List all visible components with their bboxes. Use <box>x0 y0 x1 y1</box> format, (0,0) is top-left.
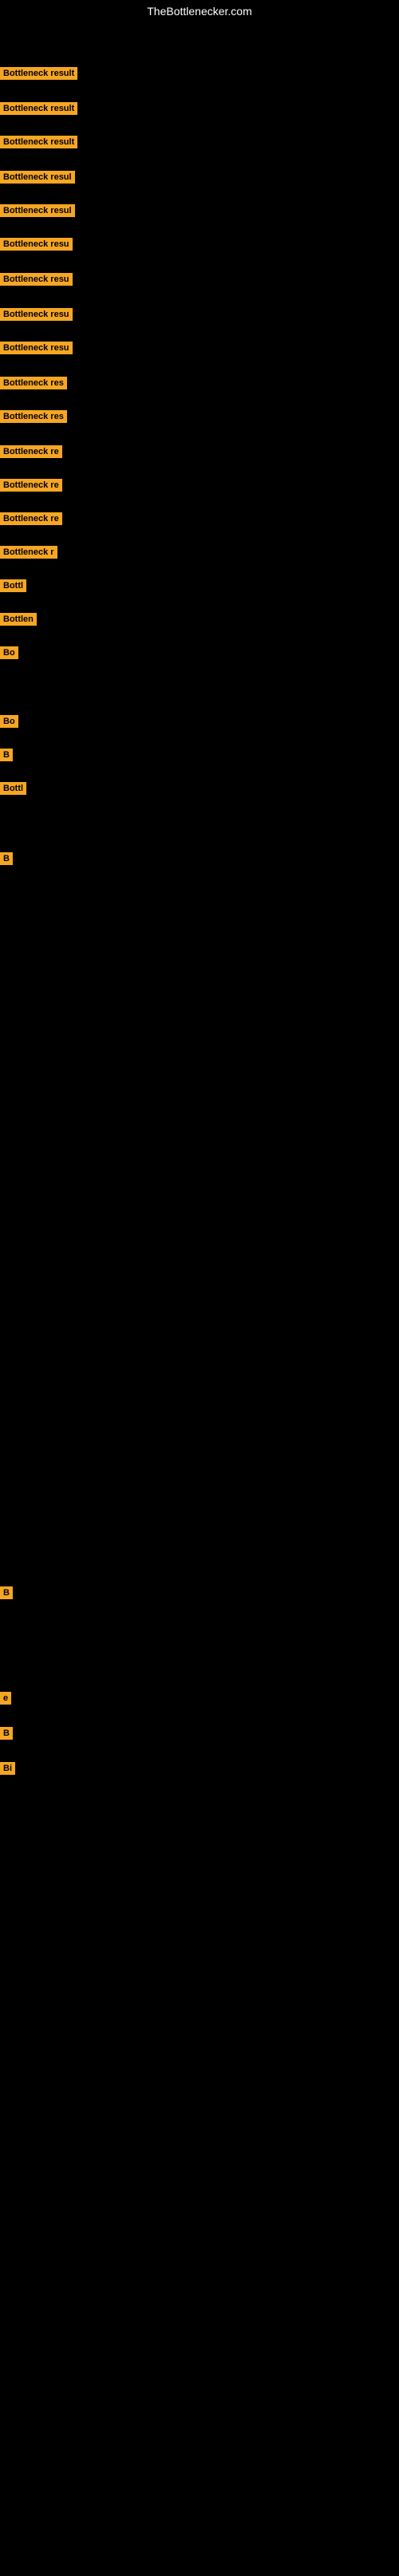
bottleneck-label: B <box>0 1727 13 1740</box>
bottleneck-label: Bottleneck resu <box>0 308 73 321</box>
bottleneck-label: Bottleneck result <box>0 67 77 80</box>
bottleneck-label: Bottleneck re <box>0 512 62 525</box>
bottleneck-label: Bottleneck re <box>0 445 62 458</box>
bottleneck-label: Bo <box>0 715 18 728</box>
bottleneck-label: Bottleneck result <box>0 136 77 148</box>
bottleneck-label: e <box>0 1692 11 1705</box>
bottleneck-label: Bottleneck res <box>0 377 67 389</box>
bottleneck-label: B <box>0 1586 13 1599</box>
bottleneck-label: Bottleneck resu <box>0 273 73 286</box>
bottleneck-label: Bottleneck re <box>0 479 62 492</box>
bottleneck-label: Bo <box>0 646 18 659</box>
bottleneck-label: B <box>0 749 13 761</box>
site-title: TheBottlenecker.com <box>0 0 399 22</box>
bottleneck-label: Bi <box>0 1762 15 1775</box>
bottleneck-label: Bottleneck resu <box>0 342 73 354</box>
bottleneck-label: Bottl <box>0 782 26 795</box>
bottleneck-label: Bottleneck resul <box>0 171 75 184</box>
bottleneck-label: Bottleneck result <box>0 102 77 115</box>
bottleneck-label: Bottleneck res <box>0 410 67 423</box>
bottleneck-label: Bottleneck r <box>0 546 57 559</box>
bottleneck-label: B <box>0 852 13 865</box>
bottleneck-label: Bottleneck resul <box>0 204 75 217</box>
bottleneck-label: Bottleneck resu <box>0 238 73 251</box>
bottleneck-label: Bottl <box>0 579 26 592</box>
bottleneck-label: Bottlen <box>0 613 37 626</box>
